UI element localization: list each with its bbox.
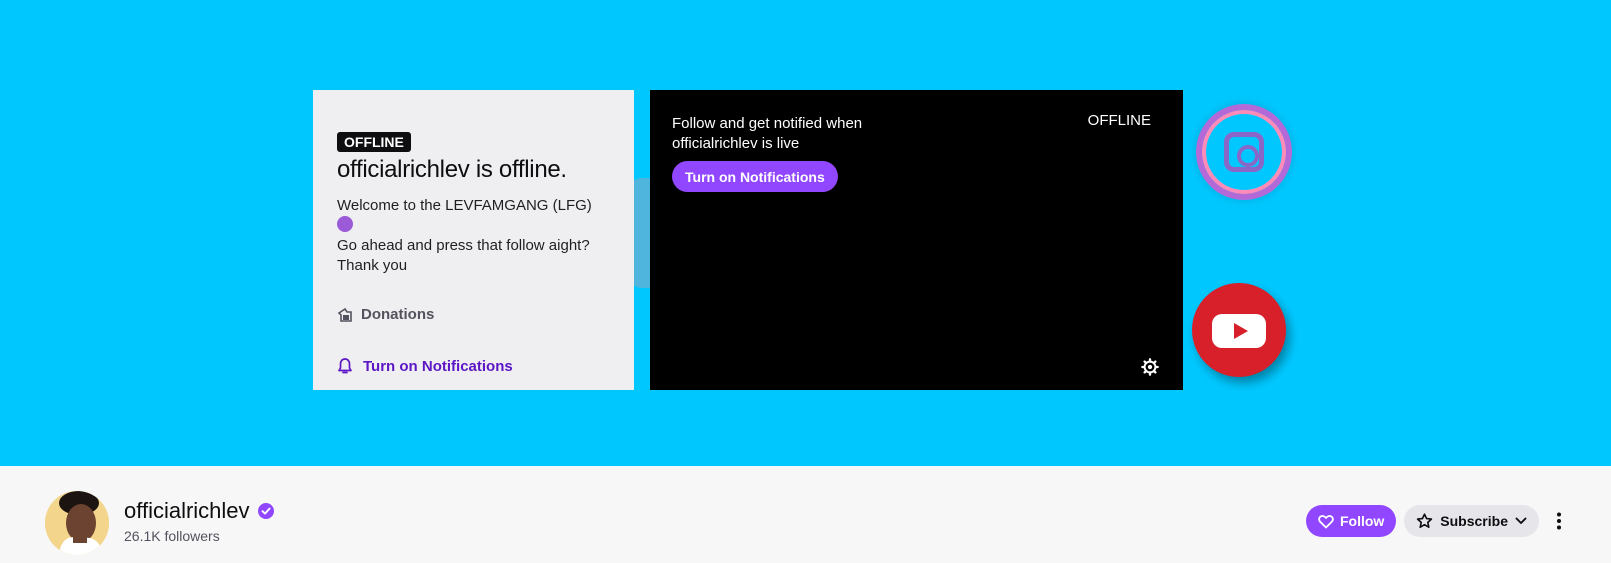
- star-icon: [1417, 513, 1433, 528]
- youtube-icon: [1192, 283, 1286, 377]
- more-options-button[interactable]: [1547, 505, 1571, 537]
- gear-icon[interactable]: [1141, 358, 1159, 376]
- offline-info-panel: OFFLINE officialrichlev is offline. Welc…: [313, 90, 634, 390]
- follower-count: 26.1K followers: [124, 528, 220, 544]
- avatar[interactable]: [45, 491, 109, 555]
- video-player[interactable]: Follow and get notified when officialric…: [650, 90, 1183, 390]
- offline-title: officialrichlev is offline.: [337, 156, 567, 183]
- donations-icon: [337, 307, 352, 322]
- channel-header: officialrichlev 26.1K followers Follow S…: [0, 466, 1611, 563]
- channel-banner: OFFLINE officialrichlev is offline. Welc…: [0, 0, 1611, 466]
- avatar-image: [45, 491, 109, 555]
- donations-link[interactable]: Donations: [337, 306, 610, 323]
- more-vertical-icon: [1557, 512, 1561, 530]
- instagram-icon: [1196, 104, 1292, 200]
- bell-icon: [338, 358, 352, 374]
- channel-name[interactable]: officialrichlev: [124, 498, 250, 524]
- heart-icon: [1318, 514, 1334, 528]
- devil-emoji-icon: [337, 216, 353, 232]
- player-notifications-button[interactable]: Turn on Notifications: [672, 161, 838, 192]
- subscribe-button[interactable]: Subscribe: [1404, 505, 1539, 537]
- chevron-down-icon: [1515, 517, 1527, 524]
- verified-badge-icon: [257, 503, 274, 519]
- follow-button[interactable]: Follow: [1305, 505, 1397, 537]
- channel-actions: Follow Subscribe: [1305, 505, 1571, 537]
- offline-badge: OFFLINE: [337, 132, 411, 152]
- player-offline-status: OFFLINE: [1087, 112, 1151, 129]
- channel-description: Welcome to the LEVFAMGANG (LFG) Go ahead…: [337, 197, 592, 274]
- turn-on-notifications-link[interactable]: Turn on Notifications: [337, 357, 610, 375]
- channel-name-row: officialrichlev: [124, 498, 274, 524]
- player-message: Follow and get notified when officialric…: [672, 115, 863, 152]
